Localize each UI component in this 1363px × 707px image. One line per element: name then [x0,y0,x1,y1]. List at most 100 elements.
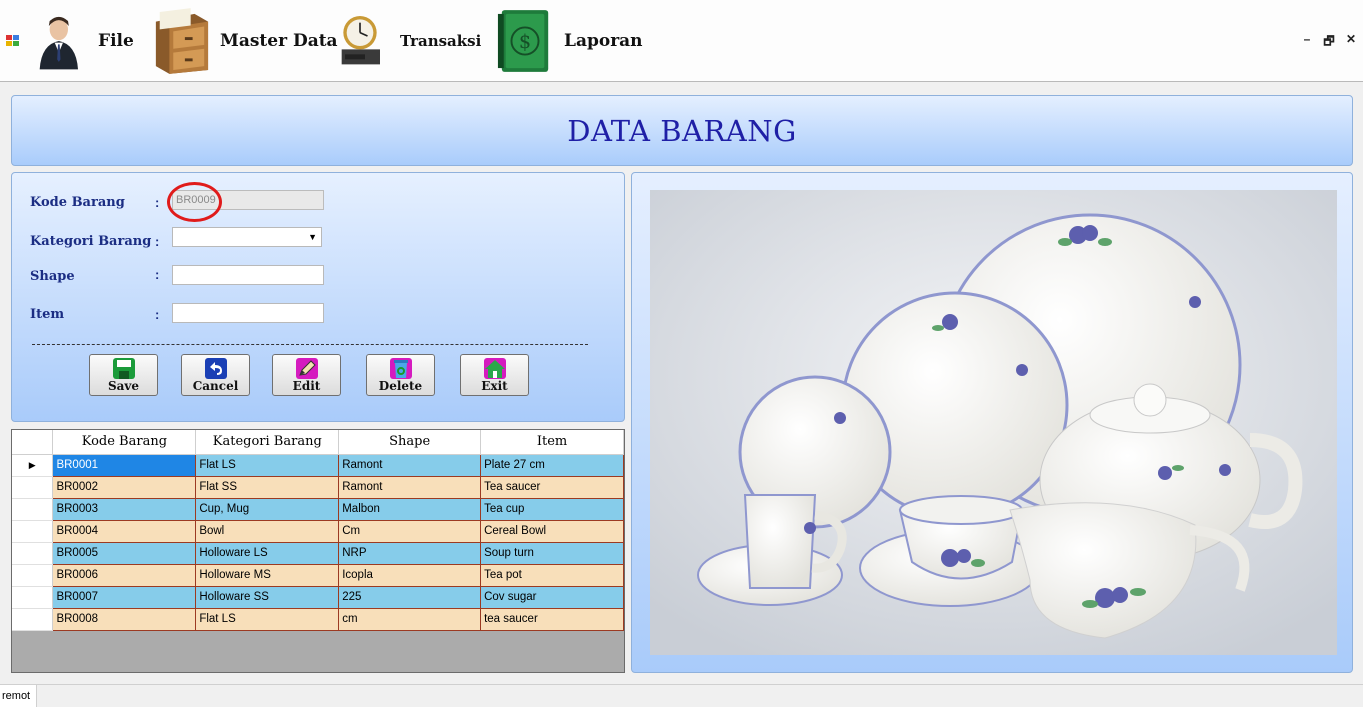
table-cell[interactable]: Holloware LS [195,542,340,565]
shape-input[interactable] [172,265,324,285]
floppy-disk-icon [113,358,135,379]
restore-icon[interactable]: 🗗 [1323,32,1335,53]
kategori-barang-select[interactable]: ▼ [172,227,322,247]
menu-laporan[interactable]: $ Laporan [496,6,643,76]
table-row[interactable]: ▶ BR0001 Flat LS Ramont Plate 27 cm [12,454,624,477]
image-panel [631,172,1353,673]
table-cell[interactable]: BR0006 [52,564,197,587]
table-cell[interactable]: Flat LS [195,454,340,477]
table-cell[interactable]: Holloware MS [195,564,340,587]
menu-transaksi[interactable]: Transaksi [340,6,481,76]
menu-laporan-label: Laporan [564,31,643,51]
table-cell[interactable]: Cov sugar [480,586,624,609]
row-header[interactable] [12,542,54,565]
row-header[interactable] [12,608,54,631]
row-header-corner [12,430,54,455]
column-header-kode-barang[interactable]: Kode Barang [52,430,197,455]
status-text: remot [0,685,37,707]
column-header-kategori-barang[interactable]: Kategori Barang [195,430,340,455]
table-cell[interactable]: BR0002 [52,476,197,499]
table-cell[interactable]: NRP [338,542,482,565]
column-header-item[interactable]: Item [480,430,624,455]
table-cell[interactable]: Tea cup [480,498,624,521]
save-button-label: Save [107,379,140,393]
table-cell[interactable]: Flat LS [195,608,340,631]
table-cell[interactable]: 225 [338,586,482,609]
pencil-icon [296,358,318,379]
table-cell[interactable]: cm [338,608,482,631]
delete-button[interactable]: Delete [366,354,435,396]
table-cell[interactable]: Cup, Mug [195,498,340,521]
kode-barang-label: Kode Barang [30,195,125,210]
window-controls: – 🗗 ✕ [1301,32,1357,53]
table-cell[interactable]: Flat SS [195,476,340,499]
table-cell[interactable]: Soup turn [480,542,624,565]
item-colon: : [155,307,160,322]
status-bar: remot [0,684,1363,707]
row-header[interactable] [12,520,54,543]
save-button[interactable]: Save [89,354,158,396]
row-header[interactable] [12,498,54,521]
exit-button[interactable]: Exit [460,354,529,396]
minimize-icon[interactable]: – [1301,32,1313,53]
close-icon[interactable]: ✕ [1345,32,1357,53]
recycle-bin-icon [390,358,412,379]
menu-file-label: File [98,31,134,51]
kategori-barang-label: Kategori Barang [30,234,152,249]
highlight-circle [167,182,222,222]
row-header[interactable] [12,476,54,499]
data-table: Kode Barang Kategori Barang Shape Item ▶… [12,430,624,631]
kategori-barang-colon: : [155,234,160,249]
cancel-button[interactable]: Cancel [181,354,250,396]
table-cell[interactable]: Icopla [338,564,482,587]
table-cell[interactable]: BR0003 [52,498,197,521]
table-cell[interactable]: Cm [338,520,482,543]
undo-icon [205,358,227,379]
table-row[interactable]: BR0006 Holloware MS Icopla Tea pot [12,564,624,587]
table-row[interactable]: BR0002 Flat SS Ramont Tea saucer [12,476,624,499]
menu-file[interactable]: File [38,6,134,76]
table-cell[interactable]: Ramont [338,476,482,499]
table-cell[interactable]: Holloware SS [195,586,340,609]
table-cell[interactable]: BR0001 [52,454,197,477]
current-row-indicator[interactable]: ▶ [12,454,54,477]
menu-transaksi-label: Transaksi [400,32,482,50]
item-label: Item [30,307,65,322]
data-grid[interactable]: Kode Barang Kategori Barang Shape Item ▶… [11,429,625,673]
table-cell[interactable]: Bowl [195,520,340,543]
item-input[interactable] [172,303,324,323]
table-cell[interactable]: Cereal Bowl [480,520,624,543]
shape-label: Shape [30,269,75,284]
table-cell[interactable]: BR0004 [52,520,197,543]
table-row[interactable]: BR0007 Holloware SS 225 Cov sugar [12,586,624,609]
table-cell[interactable]: BR0007 [52,586,197,609]
table-cell[interactable]: Plate 27 cm [480,454,624,477]
table-header-row: Kode Barang Kategori Barang Shape Item [12,430,624,455]
row-header[interactable] [12,564,54,587]
exit-button-label: Exit [481,379,508,393]
app-icon[interactable] [6,35,20,47]
businessman-icon [39,16,78,70]
table-row[interactable]: BR0004 Bowl Cm Cereal Bowl [12,520,624,543]
table-cell[interactable]: Malbon [338,498,482,521]
table-cell[interactable]: Tea pot [480,564,624,587]
menu-master-data-label: Master Data [220,31,338,51]
table-cell[interactable]: BR0008 [52,608,197,631]
table-cell[interactable]: Ramont [338,454,482,477]
table-row[interactable]: BR0008 Flat LS cm tea saucer [12,608,624,631]
table-row[interactable]: BR0003 Cup, Mug Malbon Tea cup [12,498,624,521]
money-book-icon: $ [497,10,549,72]
form-panel: Kode Barang : Kategori Barang : ▼ Shape … [11,172,625,422]
column-header-shape[interactable]: Shape [338,430,482,455]
table-cell[interactable]: BR0005 [52,542,197,565]
menu-bar: File Master Data Transaksi $ Laporan – 🗗… [0,0,1363,82]
table-cell[interactable]: Tea saucer [480,476,624,499]
menu-master-data[interactable]: Master Data [152,6,338,76]
kode-barang-colon: : [155,195,160,210]
edit-button[interactable]: Edit [272,354,341,396]
dropdown-arrow-icon[interactable]: ▼ [308,232,317,242]
table-cell[interactable]: tea saucer [480,608,624,631]
table-row[interactable]: BR0005 Holloware LS NRP Soup turn [12,542,624,565]
cancel-button-label: Cancel [192,379,239,393]
row-header[interactable] [12,586,54,609]
